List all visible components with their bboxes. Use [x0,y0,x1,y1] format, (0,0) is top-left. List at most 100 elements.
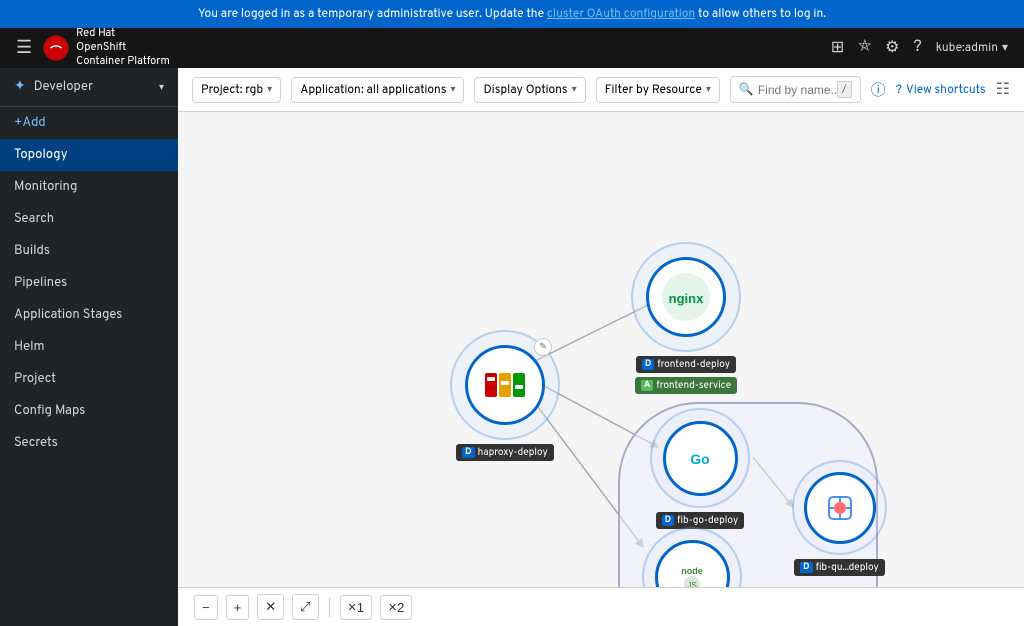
fib-go-name: fib-go-deploy [677,514,738,527]
bell-icon[interactable]: ⛤ [858,38,871,58]
sidebar-item-topology[interactable]: Topology [0,139,178,171]
banner-text-after: to allow others to log in. [695,6,826,22]
edit-icon: ✎ [534,338,552,356]
zoom-out-button[interactable]: − [194,595,218,620]
cluster2-button[interactable]: ✕ 2 [380,595,412,620]
toolbar-separator [329,597,330,617]
sidebar-item-search[interactable]: Search [0,203,178,235]
sidebar: ✦ Developer ▾ +Add Topology Monitoring S… [0,68,178,626]
sidebar-item-builds[interactable]: Builds [0,235,178,267]
sidebar-item-secrets[interactable]: Secrets [0,427,178,459]
haproxy-name: haproxy-deploy [478,446,548,459]
list-view-icon[interactable]: ☷ [996,79,1010,101]
content-area: Project: rgb ▾ Application: all applicat… [178,68,1024,626]
search-box[interactable]: 🔍 / [730,76,861,103]
display-options-button[interactable]: Display Options ▾ [474,77,585,103]
cluster2-label: 2 [397,600,404,615]
sidebar-item-label: Helm [14,339,45,355]
keyboard-shortcut-hint: / [837,81,852,98]
frontend-deploy-node[interactable]: nginx D frontend-deploy A frontend-servi… [631,242,741,394]
haproxy-type: D [462,447,474,458]
haproxy-logo [479,359,531,411]
filter-by-resource-button[interactable]: Filter by Resource ▾ [596,77,720,103]
nginx-logo: nginx [661,272,711,322]
fib-qu-type: D [800,562,812,573]
reset-view-button[interactable]: ✕ [257,594,284,620]
fib-node-deploy-node[interactable]: node JS D fib-node-deploy A fib-service [642,527,742,587]
fib-qu-name: fib-qu...deploy [816,561,879,574]
frontend-deploy-label: D frontend-deploy [636,356,736,373]
topology-canvas[interactable]: nginx D frontend-deploy A frontend-servi… [178,112,1024,587]
haproxy-deploy-node[interactable]: ✎ D haproxy-deploy [450,330,560,461]
sidebar-item-helm[interactable]: Helm [0,331,178,363]
fib-node-circle: node JS [655,540,730,588]
fib-go-deploy-node[interactable]: Go D fib-go-deploy [650,408,750,529]
view-shortcuts-button[interactable]: ? View shortcuts [896,82,986,98]
sidebar-item-label: Pipelines [14,275,67,291]
fib-qu-circle [804,472,876,544]
fib-qu-outer [792,460,887,555]
settings-icon[interactable]: ⚙ [885,37,899,59]
toolbar-right: ? View shortcuts ☷ [896,79,1010,101]
sidebar-item-config-maps[interactable]: Config Maps [0,395,178,427]
fib-go-type: D [662,515,674,526]
svg-text:node: node [681,566,703,576]
sidebar-item-pipelines[interactable]: Pipelines [0,267,178,299]
sidebar-item-application-stages[interactable]: Application Stages [0,299,178,331]
question-icon: ? [896,82,902,98]
info-icon[interactable]: ⓘ [871,79,886,101]
display-options-label: Display Options [483,82,567,98]
username: kube:admin [936,40,998,56]
svg-text:JS: JS [687,581,696,587]
display-caret: ▾ [572,83,577,96]
sidebar-item-label: Monitoring [14,179,77,195]
perspective-caret: ▾ [159,81,164,94]
frontend-service-name: frontend-service [656,379,731,392]
cluster2-icon: ✕ [388,601,397,614]
hamburger-menu[interactable]: ☰ [16,37,32,60]
app-title: Red Hat OpenShift Container Platform [76,27,170,70]
haproxy-circle [465,345,545,425]
sidebar-item-monitoring[interactable]: Monitoring [0,171,178,203]
grid-icon[interactable]: ⊞ [831,37,844,59]
sidebar-item-label: Builds [14,243,50,259]
search-icon: 🔍 [739,82,754,98]
perspective-label: Developer [34,79,93,95]
oauth-config-link[interactable]: cluster OAuth configuration [547,6,695,22]
sidebar-item-label: Application Stages [14,307,122,323]
project-selector[interactable]: Project: rgb ▾ [192,77,281,103]
frontend-service-badge: A frontend-service [635,377,737,394]
application-caret: ▾ [450,83,455,96]
perspective-icon: ✦ [14,78,26,96]
fib-qu-deploy-node[interactable]: D fib-qu...deploy [792,460,887,576]
application-label: Application: all applications [300,82,446,98]
topnav-left: ☰ Red Hat OpenShift Container Platform [16,27,819,70]
go-logo: Go [676,434,724,482]
svg-text:Go: Go [690,451,709,467]
project-caret: ▾ [267,83,272,96]
search-input[interactable] [758,83,837,97]
topnav-right: ⊞ ⛤ ⚙ ? kube:admin ▾ [831,37,1008,59]
top-navigation: ☰ Red Hat OpenShift Container Platform ⊞… [0,28,1024,68]
sidebar-item-label: Search [14,211,54,227]
fib-qu-label: D fib-qu...deploy [794,559,885,576]
banner-text: You are logged in as a temporary adminis… [198,6,547,22]
sidebar-item-label: Topology [14,147,68,163]
sidebar-item-label: Secrets [14,435,58,451]
help-icon[interactable]: ? [913,38,921,58]
redhat-icon [42,34,70,62]
filter-label: Filter by Resource [605,82,702,98]
zoom-in-button[interactable]: + [226,595,250,620]
cluster1-button[interactable]: ✕ 1 [340,595,372,620]
main-layout: ✦ Developer ▾ +Add Topology Monitoring S… [0,68,1024,626]
user-menu[interactable]: kube:admin ▾ [936,40,1008,56]
add-button[interactable]: +Add [0,107,178,139]
admin-banner: You are logged in as a temporary adminis… [0,0,1024,28]
fit-view-button[interactable]: ⤢ [292,594,318,620]
sidebar-item-project[interactable]: Project [0,363,178,395]
topology-connections [178,112,1024,587]
application-selector[interactable]: Application: all applications ▾ [291,77,464,103]
sidebar-item-label: Project [14,371,56,387]
perspective-switcher[interactable]: ✦ Developer ▾ [0,68,178,107]
frontend-service-type: A [641,380,653,391]
